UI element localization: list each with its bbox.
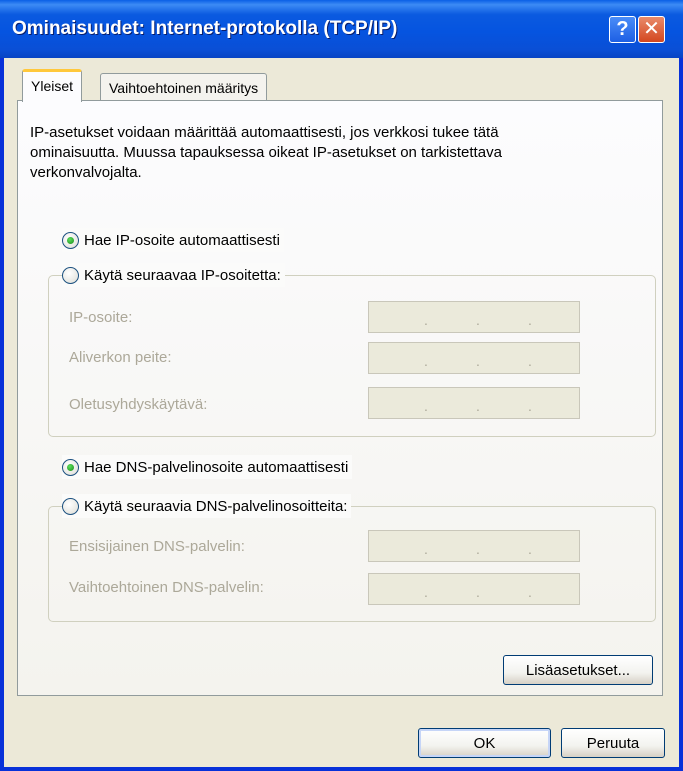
preferred-dns-label: Ensisijainen DNS-palvelin:	[69, 538, 245, 555]
alternate-dns-input: ...	[368, 573, 580, 605]
help-button[interactable]: ?	[609, 16, 636, 43]
title-bar[interactable]: Ominaisuudet: Internet-protokolla (TCP/I…	[0, 0, 683, 58]
close-icon: ✕	[643, 18, 660, 40]
radio-checked-icon	[62, 458, 79, 476]
intro-text: IP-asetukset voidaan määrittää automaatt…	[30, 123, 650, 183]
radio-ip-auto[interactable]: Hae IP-osoite automaattisesti	[62, 228, 284, 252]
ip-address-input: ...	[368, 301, 580, 333]
ip-address-label: IP-osoite:	[69, 309, 133, 326]
radio-dns-auto-label: Hae DNS-palvelinosoite automaattisesti	[84, 458, 349, 476]
radio-unchecked-icon	[62, 497, 79, 515]
radio-ip-manual-label: Käytä seuraavaa IP-osoitetta:	[84, 266, 281, 284]
alternate-dns-label: Vaihtoehtoinen DNS-palvelin:	[69, 579, 264, 596]
radio-dns-manual-label: Käytä seuraavia DNS-palvelinosoitteita:	[84, 497, 348, 515]
default-gateway-input: ...	[368, 387, 580, 419]
advanced-button[interactable]: Lisäasetukset...	[503, 655, 653, 685]
preferred-dns-input: ...	[368, 530, 580, 562]
close-button[interactable]: ✕	[638, 16, 665, 43]
help-icon: ?	[616, 18, 629, 40]
default-gateway-label: Oletusyhdyskäytävä:	[69, 396, 208, 413]
intro-line: verkonvalvojalta.	[30, 164, 142, 181]
radio-ip-manual[interactable]: Käytä seuraavaa IP-osoitetta:	[62, 263, 285, 287]
radio-checked-icon	[62, 231, 79, 249]
window-title: Ominaisuudet: Internet-protokolla (TCP/I…	[12, 18, 398, 39]
tab-alternate-configuration[interactable]: Vaihtoehtoinen määritys	[100, 73, 268, 103]
ok-button[interactable]: OK	[418, 728, 551, 758]
subnet-mask-input: ...	[368, 342, 580, 374]
intro-line: IP-asetukset voidaan määrittää automaatt…	[30, 124, 499, 141]
radio-dns-auto[interactable]: Hae DNS-palvelinosoite automaattisesti	[62, 455, 353, 479]
intro-line: ominaisuutta. Muussa tapauksessa oikeat …	[30, 144, 502, 161]
radio-dns-manual[interactable]: Käytä seuraavia DNS-palvelinosoitteita:	[62, 494, 352, 518]
radio-ip-auto-label: Hae IP-osoite automaattisesti	[84, 231, 280, 249]
radio-unchecked-icon	[62, 266, 79, 284]
tab-general[interactable]: Yleiset	[22, 69, 83, 102]
cancel-button[interactable]: Peruuta	[561, 728, 665, 758]
subnet-mask-label: Aliverkon peite:	[69, 349, 172, 366]
